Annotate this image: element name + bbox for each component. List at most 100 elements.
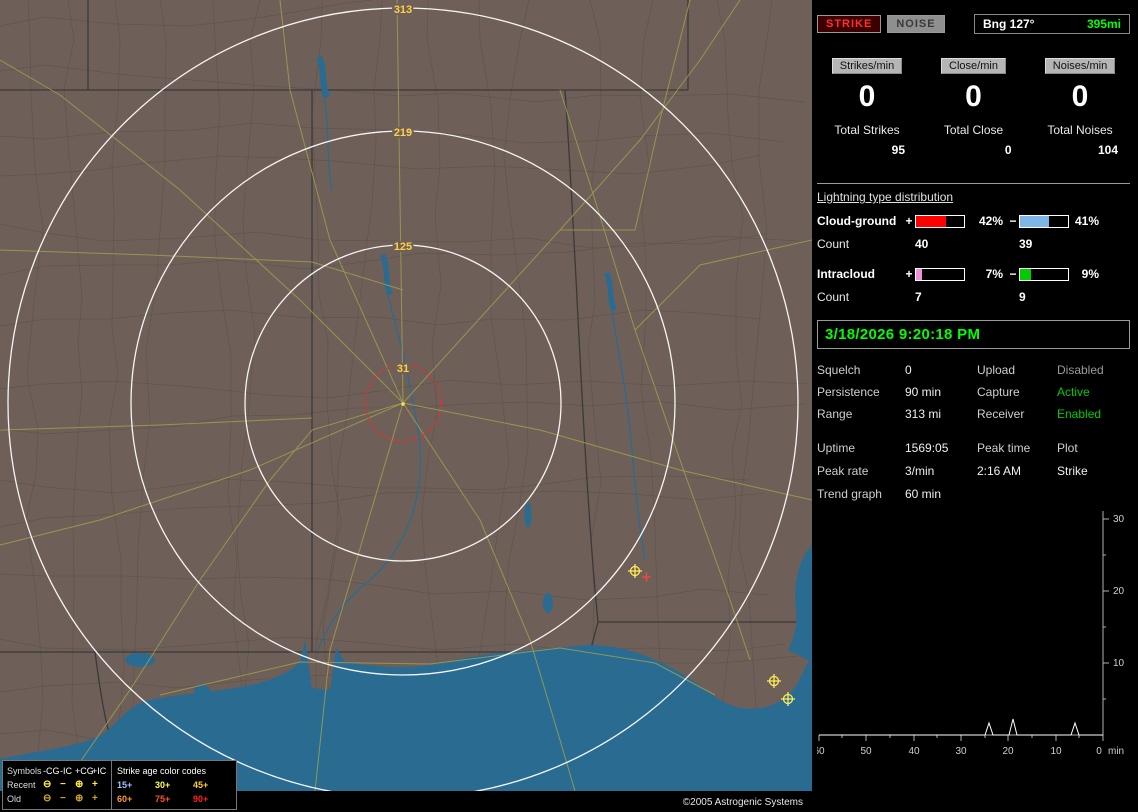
- ring-label-219: 219: [394, 127, 412, 139]
- peak-time-value: 2:16 AM: [977, 464, 1022, 478]
- legend-col-pos-ic: +IC: [92, 765, 107, 776]
- ic-minus-count: 9: [1019, 290, 1026, 304]
- bearing-readout: Bng 127° 395mi: [974, 14, 1130, 34]
- plot-value: Strike: [1057, 464, 1088, 478]
- plus-sign: +: [905, 267, 913, 281]
- minus-sign: −: [1009, 214, 1017, 228]
- legend-symbols-title: Symbols: [7, 765, 42, 776]
- range-label: Range: [817, 407, 853, 421]
- rate-counters: Strikes/min 0 Total Strikes 95 Close/min…: [817, 58, 1130, 157]
- total-noises-label: Total Noises: [1047, 123, 1113, 137]
- settings-grid: Squelch 0 Upload Disabled Persistence 90…: [817, 363, 1130, 421]
- upload-status: Disabled: [1057, 363, 1104, 377]
- persistence-value: 90 min: [905, 385, 942, 399]
- cg-plus-count: 40: [915, 237, 929, 251]
- cg-plus-bar-fill: [916, 215, 947, 227]
- cg-minus-count: 39: [1019, 237, 1033, 251]
- cloud-ground-count-row: Count 40 39: [817, 237, 1130, 251]
- age-code-75: 75+: [155, 793, 171, 804]
- cg-minus-bar-fill: [1020, 215, 1050, 227]
- ring-label-31: 31: [397, 363, 409, 375]
- recent-pos-cg-icon: ⊕: [75, 779, 84, 790]
- age-code-15: 15+: [117, 779, 133, 790]
- distance-value: 395mi: [1086, 17, 1121, 31]
- trend-x-unit: min: [1108, 746, 1124, 757]
- lightning-detector-app: 313 219 125 31 Symbols -CG -IC +CG +IC R…: [0, 0, 1138, 812]
- cg-minus-bar: [1019, 214, 1069, 228]
- noises-column: Noises/min 0 Total Noises 104: [1030, 58, 1130, 157]
- cg-count-label: Count: [817, 237, 850, 251]
- copyright-text: ©2005 Astrogenic Systems: [677, 796, 808, 809]
- total-close-label: Total Close: [943, 123, 1004, 137]
- indicator-row: STRIKE NOISE Bng 127° 395mi: [817, 14, 1130, 34]
- peak-time-label: Peak time: [977, 441, 1031, 455]
- strike-legend: Symbols -CG -IC +CG +IC Recent ⊖ − ⊕ + O…: [2, 760, 237, 810]
- trend-x-tick-40: 40: [908, 746, 920, 757]
- ic-minus-bar-fill: [1020, 268, 1031, 280]
- capture-label: Capture: [977, 385, 1020, 399]
- ic-plus-count: 7: [915, 290, 922, 304]
- peak-rate-label: Peak rate: [817, 464, 869, 478]
- cg-plus-percent: 42%: [978, 214, 1003, 228]
- age-code-90: 90+: [193, 793, 209, 804]
- noises-per-min-button[interactable]: Noises/min: [1044, 58, 1116, 74]
- ic-plus-bar-fill: [916, 268, 923, 280]
- trend-y-tick-10: 10: [1113, 658, 1125, 669]
- old-neg-ic-icon: −: [60, 793, 66, 804]
- lightning-distribution-section: Lightning type distribution Cloud-ground…: [817, 183, 1130, 304]
- strikes-per-min-value: 0: [858, 80, 876, 113]
- receiver-status: Enabled: [1057, 407, 1102, 421]
- noise-indicator-button[interactable]: NOISE: [887, 15, 945, 33]
- capture-status: Active: [1057, 385, 1090, 399]
- age-code-45: 45+: [193, 779, 209, 790]
- age-code-60: 60+: [117, 793, 133, 804]
- recent-pos-ic-icon: +: [92, 779, 98, 790]
- intracloud-row: Intracloud + 7% − 9%: [817, 267, 1130, 281]
- legend-col-pos-cg: +CG: [75, 765, 94, 776]
- map-svg: 313 219 125 31: [0, 0, 812, 791]
- uptime-label: Uptime: [817, 441, 856, 455]
- strikes-per-min-button[interactable]: Strikes/min: [831, 58, 903, 74]
- sidebar: STRIKE NOISE Bng 127° 395mi Strikes/min …: [812, 0, 1138, 812]
- strike-indicator-button[interactable]: STRIKE: [817, 15, 882, 33]
- trend-series: [819, 718, 1103, 736]
- cloud-ground-row: Cloud-ground + 42% − 41%: [817, 214, 1130, 228]
- total-strikes-value: 95: [891, 143, 905, 157]
- ic-minus-percent: 9%: [1081, 267, 1099, 281]
- strike-map[interactable]: 313 219 125 31 Symbols -CG -IC +CG +IC R…: [0, 0, 812, 812]
- legend-col-neg-cg: -CG: [43, 765, 60, 776]
- trend-graph-svg: 30 20 10 60 50 40 30 20 10 0 min: [813, 511, 1125, 757]
- age-code-30: 30+: [155, 779, 171, 790]
- trend-x-tick-50: 50: [860, 746, 872, 757]
- trend-graph-value: 60 min: [905, 487, 942, 501]
- close-per-min-value: 0: [965, 80, 982, 113]
- receiver-location-marker: [401, 402, 405, 406]
- plus-sign: +: [905, 214, 913, 228]
- ring-label-313: 313: [394, 4, 412, 16]
- recent-neg-ic-icon: −: [60, 779, 66, 790]
- minus-sign: −: [1009, 267, 1017, 281]
- bearing-value: Bng 127°: [983, 17, 1035, 31]
- close-per-min-button[interactable]: Close/min: [941, 58, 1006, 74]
- squelch-value: 0: [905, 363, 912, 377]
- cloud-ground-label: Cloud-ground: [817, 214, 897, 228]
- legend-col-neg-ic: -IC: [60, 765, 72, 776]
- uptime-value: 1569:05: [905, 441, 949, 455]
- intracloud-label: Intracloud: [817, 267, 876, 281]
- total-noises-value: 104: [1097, 143, 1118, 157]
- ic-plus-bar: [915, 267, 965, 281]
- total-close-value: 0: [1004, 143, 1012, 157]
- trend-x-tick-10: 10: [1050, 746, 1062, 757]
- trend-x-tick-30: 30: [955, 746, 967, 757]
- cg-plus-bar: [915, 214, 965, 228]
- old-neg-cg-icon: ⊖: [43, 793, 52, 804]
- ring-label-125: 125: [394, 241, 412, 253]
- close-column: Close/min 0 Total Close 0: [924, 58, 1024, 157]
- receiver-label: Receiver: [977, 407, 1025, 421]
- status-grid: Uptime 1569:05 Peak time Plot Peak rate …: [817, 441, 1130, 501]
- distribution-title: Lightning type distribution: [817, 190, 954, 204]
- range-value: 313 mi: [905, 407, 942, 421]
- old-pos-cg-icon: ⊕: [75, 793, 84, 804]
- persistence-label: Persistence: [817, 385, 880, 399]
- peak-rate-value: 3/min: [905, 464, 935, 478]
